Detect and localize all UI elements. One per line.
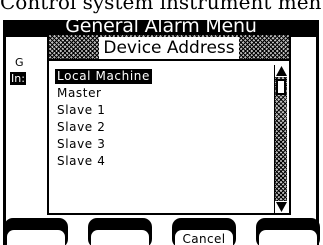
device-item-slave-2[interactable]: Slave 2 bbox=[55, 120, 107, 135]
device-item-slave-3[interactable]: Slave 3 bbox=[55, 137, 107, 152]
device-item-local-machine[interactable]: Local Machine bbox=[55, 69, 152, 84]
dialog-title-wrap: Device Address bbox=[49, 35, 289, 61]
device-item-master[interactable]: Master bbox=[55, 86, 104, 101]
softkey-4-label bbox=[259, 230, 317, 245]
cancel-softkey[interactable]: Cancel bbox=[172, 218, 236, 245]
softkey-1[interactable] bbox=[4, 218, 68, 245]
scroll-up-arrow-icon[interactable] bbox=[275, 65, 288, 77]
device-item-slave-4[interactable]: Slave 4 bbox=[55, 154, 107, 169]
dialog-title: Device Address bbox=[99, 37, 239, 59]
device-list-scrollbar[interactable] bbox=[274, 65, 288, 213]
scroll-down-arrow-icon[interactable] bbox=[275, 201, 288, 213]
screenshot-root: Control system instrument menu General A… bbox=[0, 0, 323, 245]
softkey-1-label bbox=[7, 230, 65, 245]
softkey-4[interactable] bbox=[256, 218, 320, 245]
cancel-softkey-label: Cancel bbox=[175, 230, 233, 245]
lcd-screen: General Alarm Menu G In: Device Address … bbox=[3, 15, 319, 245]
scrollbar-thumb[interactable] bbox=[276, 79, 286, 95]
background-menu-item-selected: In: bbox=[10, 72, 26, 85]
softkey-2-label bbox=[91, 230, 149, 245]
background-menu-item: G bbox=[15, 56, 24, 69]
softkey-2[interactable] bbox=[88, 218, 152, 245]
device-address-dialog: Device Address Local Machine Master Slav… bbox=[47, 33, 291, 215]
caption-text: Control system instrument menu bbox=[0, 0, 323, 14]
device-list: Local Machine Master Slave 1 Slave 2 Sla… bbox=[55, 67, 261, 209]
device-item-slave-1[interactable]: Slave 1 bbox=[55, 103, 107, 118]
